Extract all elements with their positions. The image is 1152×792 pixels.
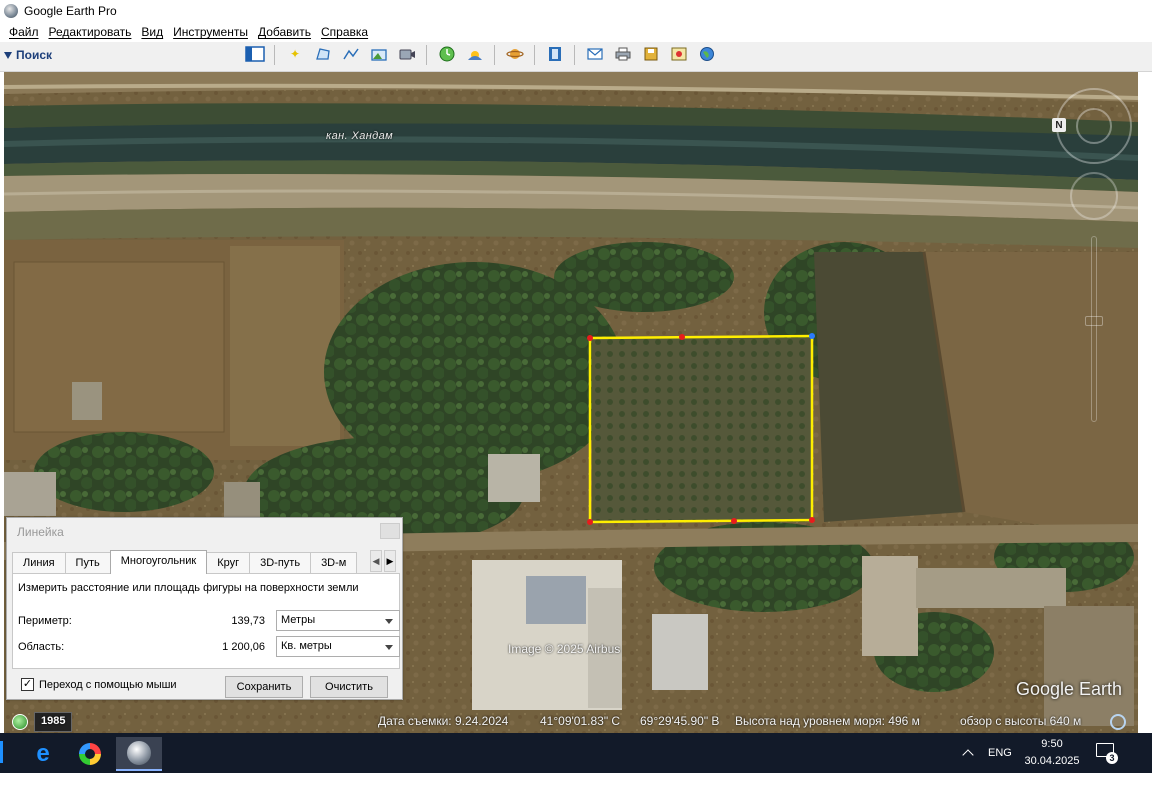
tab-circle[interactable]: Круг	[206, 552, 251, 574]
close-button[interactable]	[380, 523, 400, 539]
longitude: 69°29'45.90" В	[640, 714, 720, 728]
toolbar: Поиск ✦	[0, 42, 1152, 72]
ruler-title: Линейка	[17, 525, 64, 539]
input-language[interactable]: ENG	[988, 733, 1012, 773]
eye-altitude: обзор с высоты 640 м	[960, 714, 1082, 728]
add-path-icon[interactable]	[340, 45, 362, 63]
elevation: Высота над уровнем моря: 496 м	[735, 714, 920, 728]
move-joystick[interactable]	[1070, 172, 1118, 220]
streaming-status-icon	[1110, 714, 1126, 730]
polygon-vertex[interactable]	[587, 519, 593, 525]
clock-time: 9:50	[1041, 738, 1063, 750]
historical-imagery-icon[interactable]	[436, 45, 458, 63]
north-up-button[interactable]: N	[1052, 118, 1066, 132]
historical-imagery-clock-icon[interactable]	[12, 714, 28, 730]
add-placemark-icon[interactable]: ✦	[284, 45, 306, 63]
canal-label: кан. Хандам	[326, 130, 394, 142]
polygon-vertex[interactable]	[809, 333, 815, 339]
windows-taskbar: e ENG 9:50 30.04.2025 3	[0, 733, 1152, 773]
toolbar-separator	[426, 45, 427, 65]
perimeter-value: 139,73	[231, 615, 265, 627]
latitude: 41°09'01.83" С	[540, 714, 621, 728]
perimeter-unit-value: Метры	[281, 614, 316, 626]
clock-date: 30.04.2025	[1024, 755, 1080, 767]
title-bar: Google Earth Pro	[0, 0, 1152, 22]
google-earth-logo: Google Earth	[1016, 679, 1123, 699]
ruler-icon[interactable]	[544, 45, 566, 63]
menu-file[interactable]: Файл	[4, 25, 44, 39]
add-polygon-icon[interactable]	[312, 45, 334, 63]
area-value: 1 200,06	[222, 641, 265, 653]
planets-icon[interactable]	[504, 45, 526, 63]
search-panel-toggle[interactable]: Поиск	[4, 48, 52, 62]
start-edge	[0, 741, 3, 763]
toolbar-separator	[574, 45, 575, 65]
menu-help[interactable]: Справка	[316, 25, 373, 39]
search-panel-label: Поиск	[16, 48, 53, 62]
polygon-vertex[interactable]	[809, 517, 815, 523]
historical-year-badge[interactable]: 1985	[34, 712, 73, 732]
email-icon[interactable]	[584, 45, 606, 63]
google-earth-app-icon	[4, 4, 18, 18]
sunlight-icon[interactable]	[464, 45, 486, 63]
collapse-triangle-icon	[4, 51, 12, 59]
save-image-icon[interactable]	[640, 45, 662, 63]
toolbar-separator	[534, 45, 535, 65]
compass-ring[interactable]	[1056, 88, 1132, 164]
system-clock[interactable]: 9:50 30.04.2025	[1020, 736, 1084, 770]
tab-3d-polygon[interactable]: 3D-м	[310, 552, 358, 574]
window-title: Google Earth Pro	[24, 4, 117, 18]
polygon-vertex[interactable]	[731, 518, 737, 524]
record-tour-icon[interactable]	[396, 45, 418, 63]
view-in-maps-icon[interactable]	[668, 45, 690, 63]
image-credit: Image © 2025 Airbus	[508, 642, 621, 656]
chevron-down-icon	[385, 619, 393, 624]
toolbar-separator	[494, 45, 495, 65]
tab-scroll-right-icon[interactable]: ▶	[384, 550, 396, 572]
polygon-vertex[interactable]	[587, 335, 593, 341]
chevron-down-icon	[385, 645, 393, 650]
menu-bar: Файл Редактировать Вид Инструменты Добав…	[0, 22, 1152, 42]
imagery-date: Дата съемки: 9.24.2024	[378, 714, 509, 728]
notification-count-badge: 3	[1106, 752, 1118, 764]
ruler-description: Измерить расстояние или площадь фигуры н…	[18, 582, 359, 594]
mouse-navigation-label: Переход с помощью мыши	[39, 678, 177, 691]
sidebar-toggle-icon[interactable]	[244, 45, 266, 63]
zoom-slider[interactable]	[1084, 236, 1104, 422]
ruler-tabs: Линия Путь Многоугольник Круг 3D-путь 3D…	[12, 550, 398, 574]
perimeter-unit-select[interactable]: Метры	[276, 610, 400, 631]
toolbar-separator	[274, 45, 275, 65]
add-image-overlay-icon[interactable]	[368, 45, 390, 63]
clear-button[interactable]: Очистить	[310, 676, 388, 698]
polygon-vertex[interactable]	[679, 334, 685, 340]
tab-line[interactable]: Линия	[12, 552, 66, 574]
tab-path[interactable]: Путь	[64, 552, 111, 574]
menu-add[interactable]: Добавить	[253, 25, 316, 39]
zoom-track[interactable]	[1091, 236, 1097, 422]
ruler-panel: Измерить расстояние или площадь фигуры н…	[12, 573, 400, 669]
tray-overflow-chevron-icon[interactable]	[962, 733, 974, 773]
tab-scroll-left-icon[interactable]: ◀	[370, 550, 382, 572]
ruler-dialog: Линейка Линия Путь Многоугольник Круг 3D…	[6, 517, 403, 700]
tab-3d-path[interactable]: 3D-путь	[249, 552, 312, 574]
save-button[interactable]: Сохранить	[225, 676, 303, 698]
status-bar: 1985 Дата съемки: 9.24.2024 41°09'01.83"…	[0, 711, 1138, 733]
area-unit-value: Кв. метры	[281, 640, 332, 652]
area-unit-select[interactable]: Кв. метры	[276, 636, 400, 657]
tab-polygon[interactable]: Многоугольник	[109, 550, 208, 574]
earth-icon[interactable]	[696, 45, 718, 63]
menu-tools[interactable]: Инструменты	[168, 25, 253, 39]
print-icon[interactable]	[612, 45, 634, 63]
photos-icon[interactable]	[67, 737, 113, 771]
perimeter-label: Периметр:	[18, 615, 72, 627]
edge-icon[interactable]: e	[20, 737, 66, 771]
mouse-navigation-option[interactable]: ✓ Переход с помощью мыши	[21, 678, 177, 691]
menu-view[interactable]: Вид	[136, 25, 168, 39]
menu-edit[interactable]: Редактировать	[44, 25, 137, 39]
zoom-knob[interactable]	[1085, 316, 1103, 326]
google-earth-pro-icon[interactable]	[116, 737, 162, 771]
look-joystick[interactable]	[1076, 108, 1112, 144]
area-label: Область:	[18, 641, 65, 653]
mouse-navigation-checkbox[interactable]: ✓	[21, 678, 34, 691]
